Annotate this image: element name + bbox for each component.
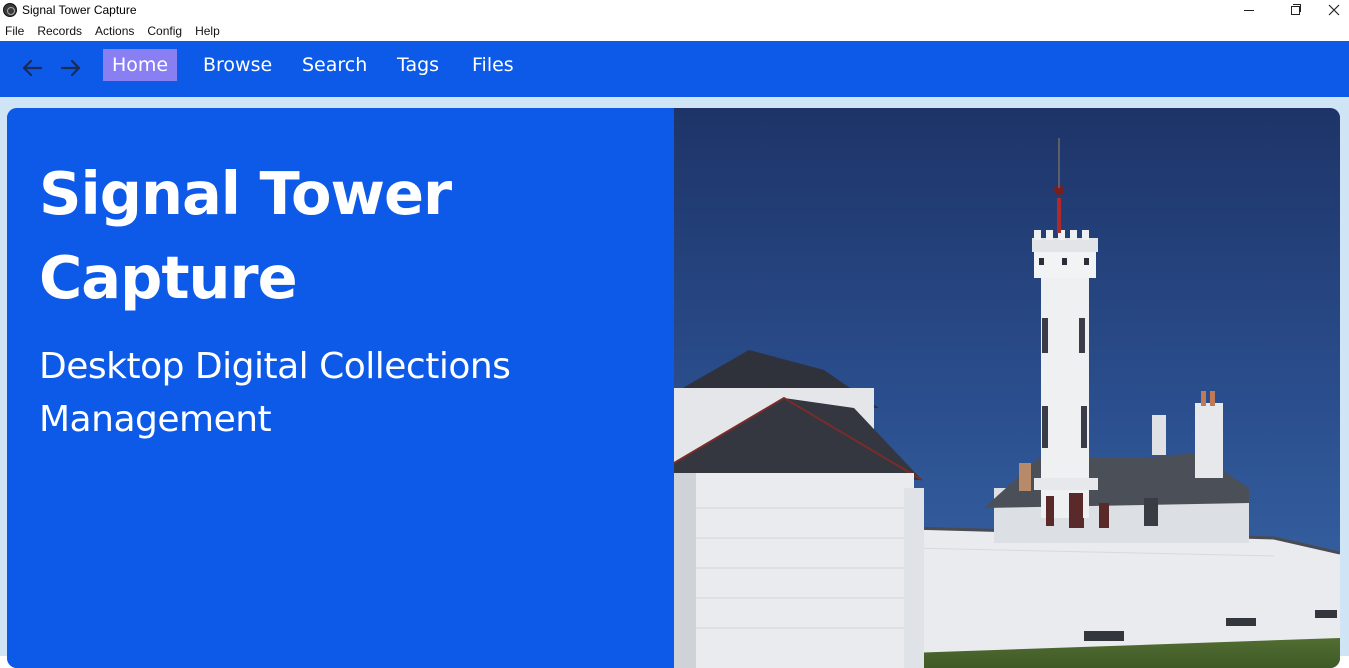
nav-tags[interactable]: Tags [388, 49, 448, 81]
nav-bar: Home Browse Search Tags Files [0, 41, 1349, 97]
hero-subtitle: Desktop Digital Collections Management [39, 346, 511, 440]
menu-help[interactable]: Help [195, 24, 220, 38]
arrow-right-icon [60, 59, 81, 77]
menu-actions[interactable]: Actions [95, 24, 134, 38]
title-bar: Signal Tower Capture [0, 0, 1349, 20]
arrow-left-icon [22, 59, 43, 77]
window-title: Signal Tower Capture [22, 3, 137, 17]
restore-icon [1290, 3, 1301, 15]
nav-search[interactable]: Search [293, 49, 376, 81]
minimize-icon [1244, 9, 1254, 11]
nav-files[interactable]: Files [463, 49, 523, 81]
hero-card: Signal Tower Capture Desktop Digital Col… [7, 108, 1340, 668]
close-icon [1328, 4, 1339, 16]
hero-title: Signal Tower Capture [39, 159, 452, 312]
maximize-button[interactable] [1272, 0, 1318, 20]
app-icon [3, 3, 17, 17]
nav-home[interactable]: Home [103, 49, 178, 81]
menu-bar: File Records Actions Config Help [0, 21, 1349, 41]
back-button[interactable] [17, 55, 47, 81]
hero-image [674, 108, 1340, 668]
main-content: Signal Tower Capture Desktop Digital Col… [0, 97, 1349, 668]
menu-config[interactable]: Config [147, 24, 182, 38]
forward-button[interactable] [56, 55, 86, 81]
menu-file[interactable]: File [5, 24, 24, 38]
nav-browse[interactable]: Browse [194, 49, 281, 81]
minimize-button[interactable] [1226, 0, 1272, 20]
close-button[interactable] [1318, 0, 1349, 20]
menu-records[interactable]: Records [37, 24, 82, 38]
hero-text-panel: Signal Tower Capture Desktop Digital Col… [7, 108, 674, 668]
